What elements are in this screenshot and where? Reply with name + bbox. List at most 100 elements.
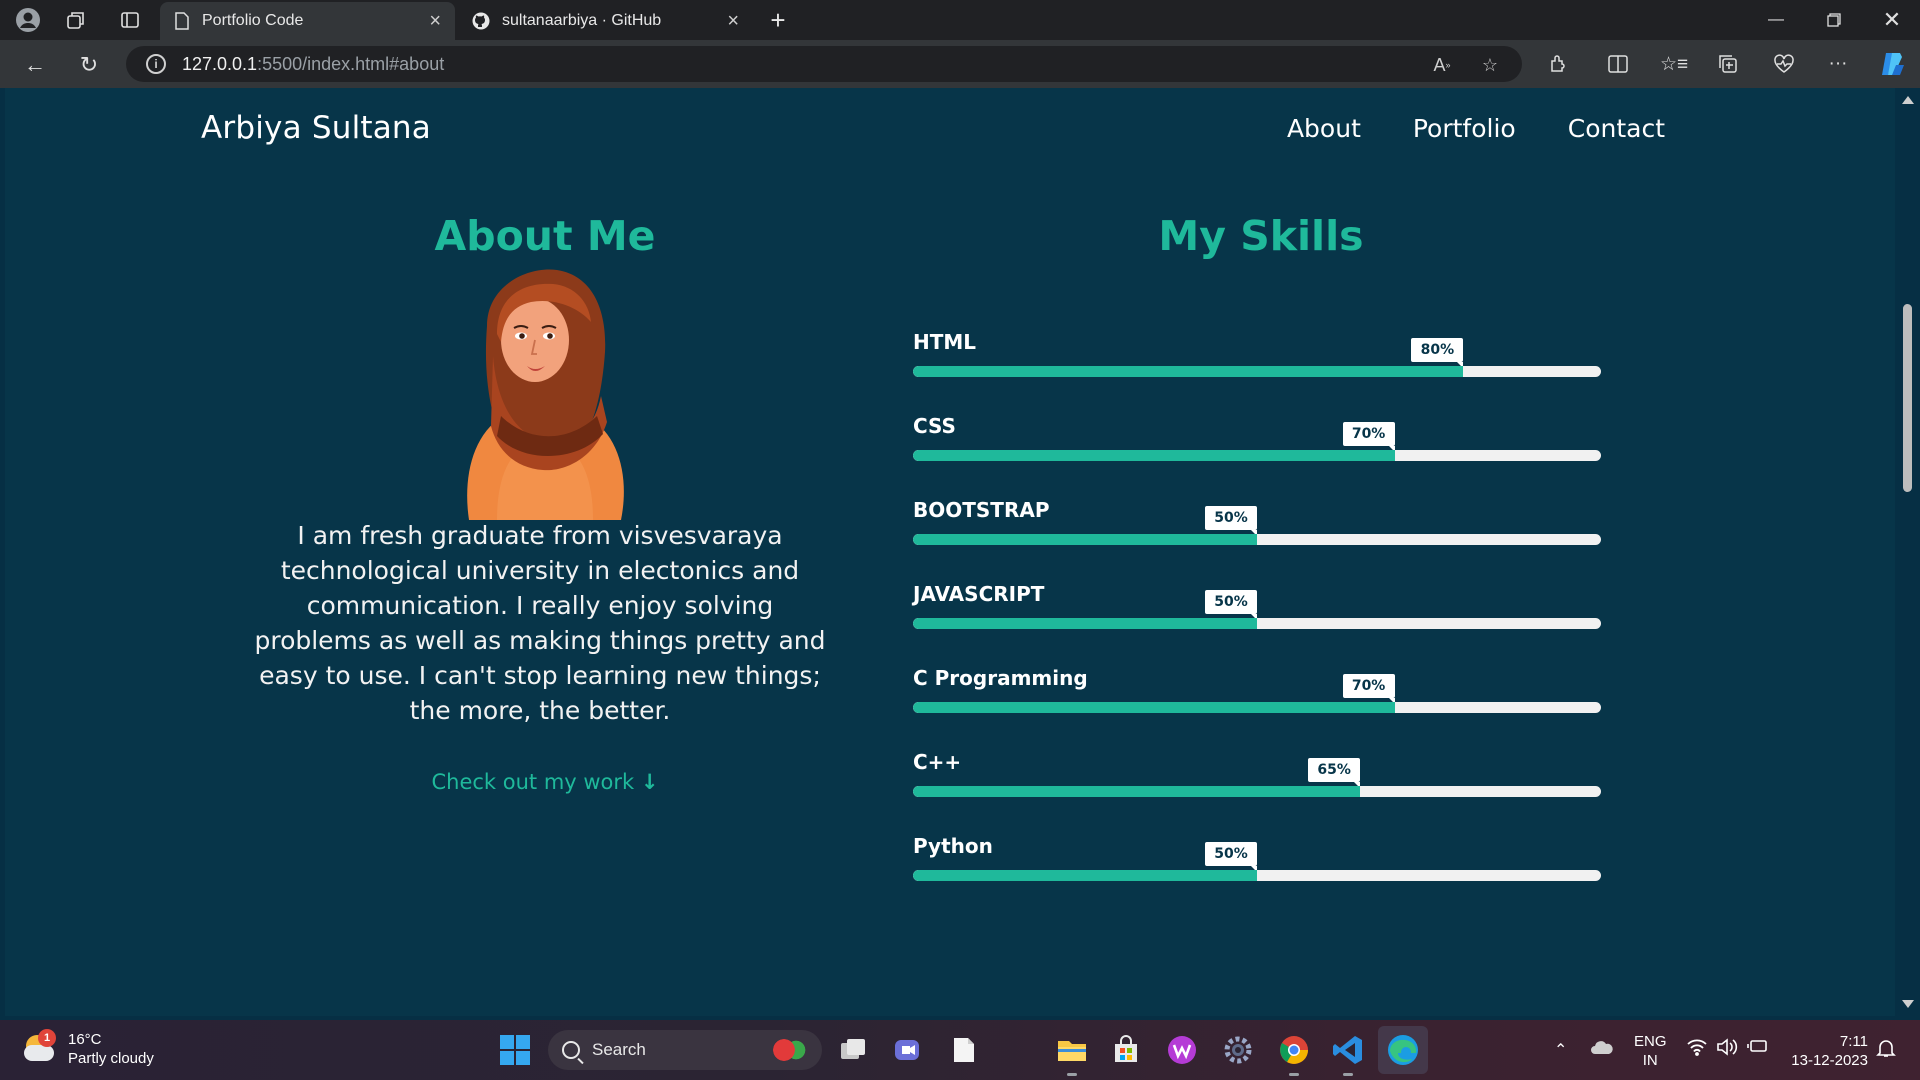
skill-progress-track	[913, 870, 1601, 881]
page-icon	[175, 12, 189, 30]
read-aloud-icon[interactable]: A»	[1430, 53, 1454, 77]
volume-icon[interactable]	[1716, 1038, 1738, 1061]
split-screen-icon[interactable]	[1604, 50, 1632, 78]
skill-item: CSS 70%	[913, 414, 1601, 498]
weather-icon: 1	[22, 1029, 58, 1067]
close-icon[interactable]: ×	[429, 10, 441, 33]
close-icon[interactable]: ×	[727, 10, 739, 33]
skill-progress-track	[913, 534, 1601, 545]
wps-office-icon[interactable]	[1164, 1032, 1200, 1068]
skill-progress-track	[913, 450, 1601, 461]
profile-icon[interactable]	[14, 6, 42, 34]
url-host: 127.0.0.1	[182, 53, 258, 74]
tab-title: Portfolio Code	[202, 12, 304, 29]
clock[interactable]: 7:11 13-12-2023	[1784, 1032, 1868, 1070]
vscode-icon[interactable]	[1330, 1032, 1366, 1076]
notification-bell-icon[interactable]	[1876, 1038, 1896, 1063]
chrome-icon[interactable]	[1276, 1032, 1312, 1076]
microsoft-store-icon[interactable]	[1108, 1032, 1144, 1068]
clock-time: 7:11	[1839, 1033, 1868, 1050]
minimize-icon[interactable]: —	[1748, 0, 1804, 40]
skill-item: Python 50%	[913, 834, 1601, 918]
skill-name: HTML	[913, 330, 977, 354]
info-icon[interactable]: i	[146, 54, 166, 74]
language-indicator[interactable]: ENG IN	[1634, 1032, 1667, 1070]
address-bar[interactable]: i 127.0.0.1:5500/index.html#about A» ☆	[126, 46, 1522, 82]
skill-item: C++ 65%	[913, 750, 1601, 834]
wifi-icon[interactable]	[1686, 1038, 1708, 1061]
favorites-icon[interactable]: ☆≡	[1660, 50, 1688, 78]
skill-progress-fill	[913, 450, 1395, 461]
more-options-icon[interactable]: ···	[1824, 50, 1852, 78]
site-nav: About Portfolio Contact	[1287, 114, 1665, 143]
new-tab-icon[interactable]: +	[764, 5, 792, 35]
skills-title: My Skills	[1158, 212, 1364, 260]
skill-percent-badge: 50%	[1205, 842, 1257, 872]
weather-badge: 1	[38, 1029, 56, 1047]
arrow-down-icon: ↓	[640, 770, 659, 794]
skills-list: HTML 80% CSS 70% BOOTSTRAP 50% JAVASCRIPT 50% C …	[913, 330, 1601, 918]
nav-link-about[interactable]: About	[1287, 114, 1361, 143]
notepad-icon[interactable]	[946, 1032, 982, 1068]
teams-chat-icon[interactable]	[890, 1032, 926, 1068]
close-window-icon[interactable]: ✕	[1864, 0, 1920, 40]
skill-percent-badge: 70%	[1342, 422, 1395, 452]
weather-desc: Partly cloudy	[68, 1050, 154, 1067]
cta-label: Check out my work	[431, 770, 635, 794]
file-explorer-icon[interactable]	[1054, 1032, 1090, 1076]
extensions-icon[interactable]	[1544, 50, 1572, 78]
refresh-icon[interactable]: ↻	[74, 50, 104, 80]
browser-essentials-icon[interactable]	[1770, 50, 1798, 78]
tab-portfolio-code[interactable]: Portfolio Code ×	[160, 2, 455, 40]
github-icon	[472, 12, 490, 30]
tab-actions-icon[interactable]	[116, 6, 144, 34]
skill-name: BOOTSTRAP	[913, 498, 1050, 522]
favorite-star-icon[interactable]: ☆	[1478, 53, 1502, 77]
avatar	[467, 269, 624, 520]
skill-percent-badge: 70%	[1342, 674, 1395, 704]
skill-name: JAVASCRIPT	[913, 582, 1045, 606]
scroll-up-icon[interactable]	[1902, 96, 1914, 104]
skill-percent-badge: 80%	[1411, 338, 1464, 368]
browser-toolbar: ← ↻ i 127.0.0.1:5500/index.html#about A»…	[0, 40, 1920, 88]
skill-name: CSS	[913, 414, 956, 438]
show-hidden-icons-icon[interactable]: ⌃	[1554, 1040, 1567, 1060]
about-text: I am fresh graduate from visvesvaraya te…	[254, 521, 826, 725]
taskbar: 1 16°C Partly cloudy Search ⌃ ENG IN 7:1…	[0, 1020, 1920, 1080]
start-button[interactable]	[500, 1035, 530, 1065]
collections-icon[interactable]	[1714, 50, 1742, 78]
battery-icon[interactable]	[1746, 1038, 1768, 1059]
language-top: ENG	[1634, 1033, 1667, 1050]
skill-percent-badge: 50%	[1205, 506, 1257, 536]
restore-icon[interactable]	[1806, 0, 1862, 40]
skill-item: BOOTSTRAP 50%	[913, 498, 1601, 582]
clock-date: 13-12-2023	[1791, 1052, 1868, 1069]
copilot-icon[interactable]	[1878, 50, 1906, 78]
scroll-thumb[interactable]	[1903, 304, 1912, 492]
browser-titlebar: Portfolio Code × sultanaarbiya · GitHub …	[0, 0, 1920, 40]
weather-widget[interactable]: 1 16°C Partly cloudy	[22, 1029, 154, 1068]
check-out-work-link[interactable]: Check out my work ↓	[335, 770, 755, 794]
skill-name: C Programming	[913, 666, 1088, 690]
skill-progress-track	[913, 618, 1601, 629]
scroll-down-icon[interactable]	[1902, 1000, 1914, 1008]
skill-progress-track	[913, 786, 1601, 797]
taskbar-search[interactable]: Search	[548, 1030, 822, 1070]
onedrive-icon[interactable]	[1590, 1038, 1614, 1061]
webpage: Arbiya Sultana About Portfolio Contact A…	[5, 88, 1895, 1016]
back-icon[interactable]: ←	[20, 50, 50, 80]
tab-github[interactable]: sultanaarbiya · GitHub ×	[458, 2, 753, 40]
skill-item: C Programming 70%	[913, 666, 1601, 750]
skill-item: HTML 80%	[913, 330, 1601, 414]
edge-icon[interactable]	[1378, 1026, 1428, 1074]
search-icon	[562, 1041, 580, 1059]
site-name[interactable]: Arbiya Sultana	[201, 110, 431, 146]
skill-progress-fill	[913, 366, 1464, 377]
nav-link-portfolio[interactable]: Portfolio	[1413, 114, 1516, 143]
nav-link-contact[interactable]: Contact	[1568, 114, 1665, 143]
settings-gear-icon[interactable]	[1220, 1032, 1256, 1068]
url-path: :5500/index.html#about	[257, 53, 445, 74]
page-scrollbar[interactable]	[1895, 88, 1920, 1016]
workspaces-icon[interactable]	[62, 6, 90, 34]
task-view-icon[interactable]	[836, 1032, 872, 1068]
